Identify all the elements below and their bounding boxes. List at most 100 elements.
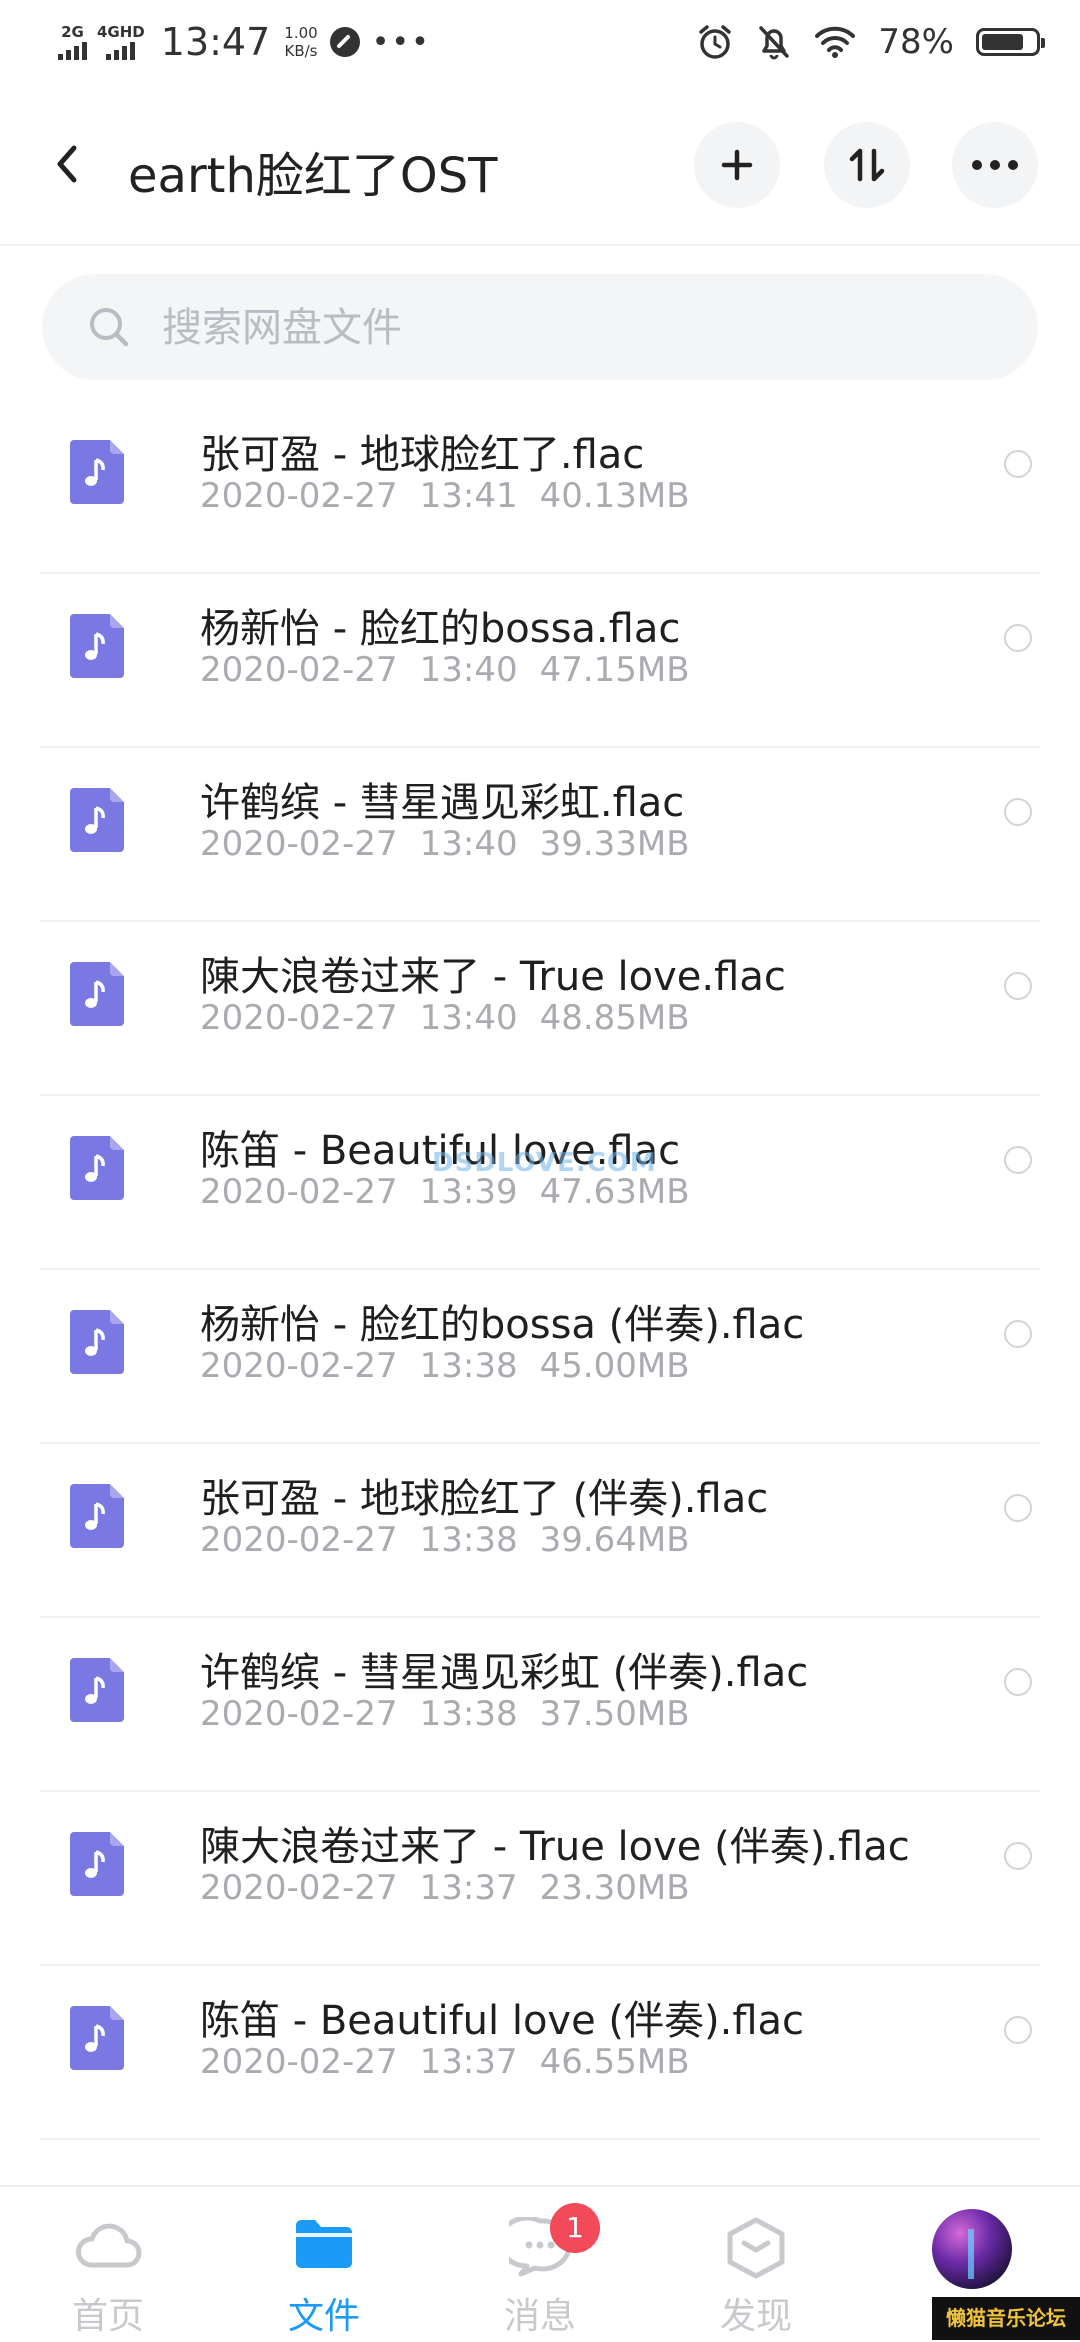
more-notifications-icon: ••• [371,24,431,60]
file-row[interactable]: 杨新怡 - 脸红的bossa (伴奏).flac 2020-02-27 13:38 4… [40,1270,1040,1444]
file-meta: 2020-02-27 13:37 23.30MB [200,1868,712,1908]
more-dots-icon [972,160,1018,170]
forum-logo: 懒猫音乐论坛 [932,2297,1080,2340]
file-date: 2020-02-27 [200,476,398,516]
select-checkbox[interactable] [1004,624,1032,652]
file-time: 13:38 [419,1346,518,1386]
file-size: 47.63MB [539,1172,690,1212]
messages-badge: 1 [550,2203,600,2253]
file-date: 2020-02-27 [200,1346,398,1386]
file-list: 张可盈 - 地球脸红了.flac 2020-02-27 13:41 40.13MB 杨新… [0,400,1080,2140]
sort-icon [849,148,885,182]
file-name: 许鹤缤 - 彗星遇见彩虹 (伴奏).flac [200,1650,809,1696]
network-speed-value: 1.00 [284,24,318,42]
nav-discover[interactable]: 发现 [666,2187,846,2342]
signal-2g-label: 2G [61,23,84,41]
file-meta: 2020-02-27 13:41 40.13MB [200,476,712,516]
sort-button[interactable] [824,122,910,208]
alarm-icon [699,25,732,59]
file-date: 2020-02-27 [200,1694,398,1734]
cube-icon [727,2217,785,2279]
music-file-icon [70,440,124,504]
music-file-icon [70,1832,124,1896]
file-size: 39.64MB [539,1520,690,1560]
file-time: 13:39 [419,1172,518,1212]
file-row[interactable]: 陳大浪卷过来了 - True love.flac 2020-02-27 13:40 4… [40,922,1040,1096]
file-row[interactable]: 陈笛 - Beautiful love (伴奏).flac 2020-02-27 1… [40,1966,1040,2140]
file-row[interactable]: 张可盈 - 地球脸红了 (伴奏).flac 2020-02-27 13:38 39.6… [40,1444,1040,1618]
nav-files[interactable]: 文件 [234,2187,414,2342]
more-button[interactable] [952,122,1038,208]
nav-messages[interactable]: 1 消息 [450,2187,630,2342]
nav-messages-label: 消息 [503,2296,576,2337]
file-meta: 2020-02-27 13:39 47.63MB [200,1172,712,1212]
back-icon[interactable] [44,134,94,194]
select-checkbox[interactable] [1004,798,1032,826]
battery-icon [976,28,1045,56]
select-checkbox[interactable] [1004,1320,1032,1348]
signal-4g-label: 4GHD [97,23,145,41]
music-file-icon [70,1136,124,1200]
file-name: 陳大浪卷过来了 - True love (伴奏).flac [200,1824,910,1870]
file-row[interactable]: 陈笛 - Beautiful love.flac 2020-02-27 13:39 4… [40,1096,1040,1270]
watermark: DSDLOVE.COM [432,1148,657,1178]
file-size: 45.00MB [539,1346,690,1386]
select-checkbox[interactable] [1004,450,1032,478]
battery-fill [982,34,1023,50]
select-checkbox[interactable] [1004,1668,1032,1696]
signal-bars-icon [58,42,87,60]
file-date: 2020-02-27 [200,650,398,690]
search-icon [90,308,129,347]
file-meta: 2020-02-27 13:38 45.00MB [200,1346,712,1386]
file-meta: 2020-02-27 13:40 39.33MB [200,824,712,864]
app-header: earth脸红了OST [0,84,1080,246]
wifi-icon [815,26,856,58]
status-bar: 2G 4GHD 13:47 1.00 KB/s ••• 78% [0,0,1080,84]
file-time: 13:38 [419,1694,518,1734]
file-row[interactable]: 陳大浪卷过来了 - True love (伴奏).flac 2020-02-27 1… [40,1792,1040,1966]
select-checkbox[interactable] [1004,2016,1032,2044]
select-checkbox[interactable] [1004,1842,1032,1870]
file-name: 张可盈 - 地球脸红了 (伴奏).flac [200,1476,769,1522]
signal-2g: 2G [58,24,87,60]
file-size: 40.13MB [539,476,690,516]
file-size: 37.50MB [539,1694,690,1734]
dial-app-icon [329,27,360,57]
file-time: 13:41 [419,476,518,516]
file-time: 13:40 [419,998,518,1038]
music-file-icon [70,1658,124,1722]
search-input[interactable] [160,274,964,382]
file-time: 13:37 [419,1868,518,1908]
file-date: 2020-02-27 [200,2042,398,2082]
file-name: 许鹤缤 - 彗星遇见彩虹.flac [200,780,685,826]
network-speed-unit: KB/s [284,42,318,60]
add-button[interactable] [694,122,780,208]
file-name: 杨新怡 - 脸红的bossa (伴奏).flac [200,1302,805,1348]
music-file-icon [70,614,124,678]
nav-home[interactable]: 首页 [18,2187,198,2342]
file-row[interactable]: 许鹤缤 - 彗星遇见彩虹 (伴奏).flac 2020-02-27 13:38 37.… [40,1618,1040,1792]
status-left: 2G 4GHD 13:47 1.00 KB/s ••• [58,14,431,70]
signal-bars-icon [106,42,136,60]
file-time: 13:40 [419,824,518,864]
file-meta: 2020-02-27 13:40 47.15MB [200,650,712,690]
select-checkbox[interactable] [1004,972,1032,1000]
nav-home-label: 首页 [71,2296,144,2337]
select-checkbox[interactable] [1004,1494,1032,1522]
file-row[interactable]: 张可盈 - 地球脸红了.flac 2020-02-27 13:41 40.13MB [40,400,1040,574]
file-size: 46.55MB [539,2042,690,2082]
file-name: 陳大浪卷过来了 - True love.flac [200,954,786,1000]
file-size: 23.30MB [539,1868,690,1908]
music-file-icon [70,1310,124,1374]
nav-files-label: 文件 [287,2296,360,2337]
avatar[interactable] [932,2209,1012,2289]
file-row[interactable]: 许鹤缤 - 彗星遇见彩虹.flac 2020-02-27 13:40 39.33MB [40,748,1040,922]
file-row[interactable]: 杨新怡 - 脸红的bossa.flac 2020-02-27 13:40 47.15M… [40,574,1040,748]
file-name: 张可盈 - 地球脸红了.flac [200,432,645,478]
file-meta: 2020-02-27 13:38 39.64MB [200,1520,712,1560]
file-name: 陈笛 - Beautiful love (伴奏).flac [200,1998,805,2044]
search-bar[interactable] [42,274,1038,382]
mute-bell-icon [759,26,790,60]
file-date: 2020-02-27 [200,1172,398,1212]
select-checkbox[interactable] [1004,1146,1032,1174]
